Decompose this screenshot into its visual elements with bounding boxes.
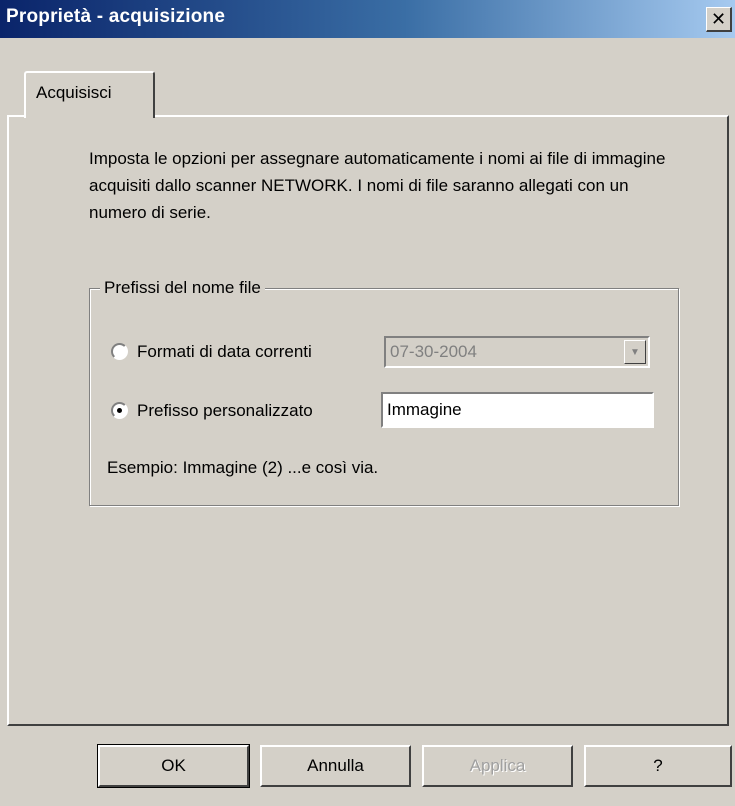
example-text: Esempio: Immagine (2) ...e così via. — [107, 458, 379, 477]
help-button[interactable]: ? — [584, 745, 732, 787]
date-format-radio[interactable] — [111, 343, 128, 360]
help-label: ? — [653, 756, 663, 775]
date-format-value: 07-30-2004 — [390, 342, 477, 361]
chevron-down-icon: ▼ — [624, 340, 646, 364]
tab-label: Acquisisci — [36, 83, 112, 102]
ok-label: OK — [161, 756, 186, 775]
cancel-button[interactable]: Annulla — [260, 745, 411, 787]
cancel-label: Annulla — [307, 756, 364, 775]
custom-prefix-radio[interactable] — [111, 402, 128, 419]
date-format-label[interactable]: Formati di data correnti — [137, 341, 312, 363]
date-format-combo: 07-30-2004 ▼ — [384, 336, 650, 368]
tab-acquisisci[interactable]: Acquisisci — [24, 71, 155, 118]
close-button[interactable]: ✕ — [706, 7, 732, 32]
custom-prefix-value: Immagine — [387, 400, 462, 419]
window-title: Proprietà - acquisizione — [6, 6, 226, 27]
description-text: Imposta le opzioni per assegnare automat… — [89, 149, 666, 222]
ok-button[interactable]: OK — [97, 744, 250, 788]
apply-label: Applica — [469, 756, 526, 775]
close-icon: ✕ — [710, 9, 727, 29]
prefix-group-label: Prefissi del nome file — [100, 274, 265, 301]
radio-selected-dot — [117, 408, 122, 413]
apply-button[interactable]: Applica — [422, 745, 573, 787]
custom-prefix-input[interactable]: Immagine — [381, 392, 654, 428]
title-bar: Proprietà - acquisizione ✕ — [0, 0, 735, 38]
custom-prefix-label[interactable]: Prefisso personalizzato — [137, 400, 313, 422]
